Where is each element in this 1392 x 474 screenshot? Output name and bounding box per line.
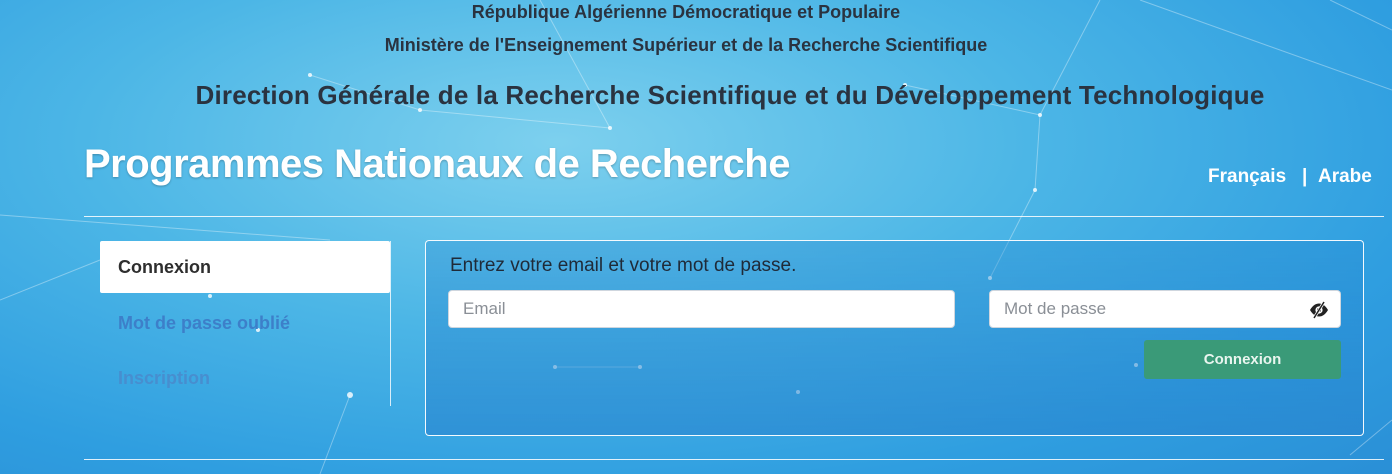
language-french-link[interactable]: Français xyxy=(1208,166,1286,188)
republic-heading: République Algérienne Démocratique et Po… xyxy=(471,2,901,22)
ministry-heading: Ministère de l'Enseignement Supérieur et… xyxy=(384,35,988,55)
password-field[interactable] xyxy=(989,290,1341,328)
sidebar-item-forgot-password[interactable]: Mot de passe oublié xyxy=(100,297,390,349)
page-title: Programmes Nationaux de Recherche xyxy=(84,142,790,186)
language-arabic-link[interactable]: Arabe xyxy=(1318,166,1372,188)
login-panel: Entrez votre email et votre mot de passe… xyxy=(425,240,1364,436)
eye-slash-icon[interactable] xyxy=(1308,301,1330,319)
language-separator: | xyxy=(1302,166,1308,187)
sidebar-nav: Connexion Mot de passe oublié Inscriptio… xyxy=(100,241,391,406)
login-button[interactable]: Connexion xyxy=(1144,340,1341,379)
top-divider xyxy=(84,216,1384,217)
login-instruction: Entrez votre email et votre mot de passe… xyxy=(450,255,797,276)
bottom-divider xyxy=(84,459,1384,460)
email-field[interactable] xyxy=(448,290,955,328)
sidebar-item-connexion[interactable]: Connexion xyxy=(100,241,390,293)
sidebar-item-inscription[interactable]: Inscription xyxy=(100,352,390,404)
direction-heading: Direction Générale de la Recherche Scien… xyxy=(195,80,1265,110)
